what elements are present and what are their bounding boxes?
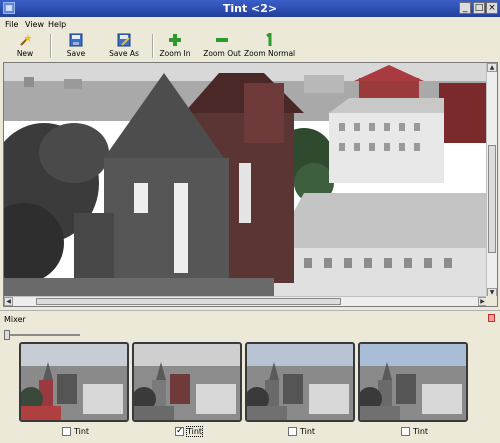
menu-help[interactable]: Help	[48, 20, 66, 29]
tint-preview[interactable]	[19, 342, 129, 422]
save-as-button[interactable]: Save As	[104, 33, 144, 60]
tint-label: Tint	[185, 426, 204, 437]
menu-bar: File View Help	[0, 18, 500, 31]
floppy-disk-icon	[69, 33, 83, 47]
save-as-icon	[117, 33, 131, 47]
menu-view[interactable]: View	[25, 20, 44, 29]
new-button[interactable]: New	[10, 33, 40, 60]
tint-option[interactable]: Tint	[62, 427, 89, 436]
slider-knob[interactable]	[4, 330, 10, 340]
mixer-title: Mixer	[4, 315, 26, 324]
zoom-normal-button[interactable]: Zoom Normal	[244, 33, 296, 60]
tint-label: Tint	[413, 427, 429, 436]
image-viewport[interactable]: ▲ ▼ ◀ ▶	[3, 62, 498, 307]
tint-thumbnails: Tint Tint	[0, 342, 500, 443]
scroll-left-arrow-icon[interactable]: ◀	[4, 297, 13, 306]
menu-file[interactable]: File	[5, 20, 18, 29]
zoom-out-label: Zoom Out	[203, 49, 241, 58]
save-as-label: Save As	[109, 49, 139, 58]
vertical-scrollbar[interactable]: ▲ ▼	[486, 63, 497, 297]
app-window: ▦ Tint <2> _ □ × File View Help New Save	[0, 0, 500, 443]
zoom-normal-icon	[266, 33, 272, 46]
city-photo	[4, 63, 487, 297]
tint-option[interactable]: Tint	[401, 427, 428, 436]
toolbar-separator	[50, 34, 52, 58]
magic-wand-icon	[20, 34, 32, 46]
new-label: New	[16, 49, 34, 58]
minimize-button[interactable]: _	[459, 2, 471, 14]
scroll-up-arrow-icon[interactable]: ▲	[487, 63, 497, 72]
tint-label: Tint	[300, 427, 316, 436]
tint-option[interactable]: Tint	[288, 427, 315, 436]
tint-preview[interactable]	[358, 342, 468, 422]
window-title: Tint <2>	[222, 2, 278, 15]
zoom-out-icon	[216, 38, 228, 42]
zoom-in-button[interactable]: Zoom In	[158, 33, 192, 60]
tint-checkbox[interactable]	[62, 427, 71, 436]
tint-checkbox[interactable]	[401, 427, 410, 436]
zoom-in-icon	[169, 34, 181, 46]
tint-preview-image	[360, 344, 466, 420]
zoom-normal-label: Zoom Normal	[244, 49, 296, 58]
tint-checkbox[interactable]	[175, 426, 184, 436]
save-label: Save	[66, 49, 86, 58]
tint-preview-image	[247, 344, 353, 420]
tint-checkbox[interactable]	[288, 427, 297, 436]
tint-option[interactable]: Tint	[175, 426, 204, 437]
mixer-header: Mixer	[0, 310, 500, 326]
scroll-corner	[486, 296, 497, 306]
title-bar: ▦ Tint <2> _ □ ×	[0, 0, 500, 17]
tint-preview[interactable]	[132, 342, 242, 422]
slider-track	[4, 334, 80, 336]
zoom-in-label: Zoom In	[159, 49, 191, 58]
close-button[interactable]: ×	[486, 2, 498, 14]
maximize-button[interactable]: □	[473, 2, 485, 14]
tint-preview[interactable]	[245, 342, 355, 422]
toolbar: New Save Save As Zoom In Zoom Out Zoom N…	[0, 31, 500, 61]
tint-label: Tint	[74, 427, 90, 436]
mixer-close-icon[interactable]	[488, 314, 495, 322]
horizontal-scroll-thumb[interactable]	[36, 298, 341, 305]
save-button[interactable]: Save	[60, 33, 92, 60]
tint-preview-image	[21, 344, 127, 420]
mixer-slider[interactable]	[4, 329, 80, 341]
tint-preview-image	[134, 344, 240, 420]
toolbar-separator	[152, 34, 154, 58]
horizontal-scrollbar[interactable]: ◀ ▶	[4, 296, 487, 306]
vertical-scroll-thumb[interactable]	[488, 145, 496, 253]
zoom-out-button[interactable]: Zoom Out	[202, 33, 242, 60]
